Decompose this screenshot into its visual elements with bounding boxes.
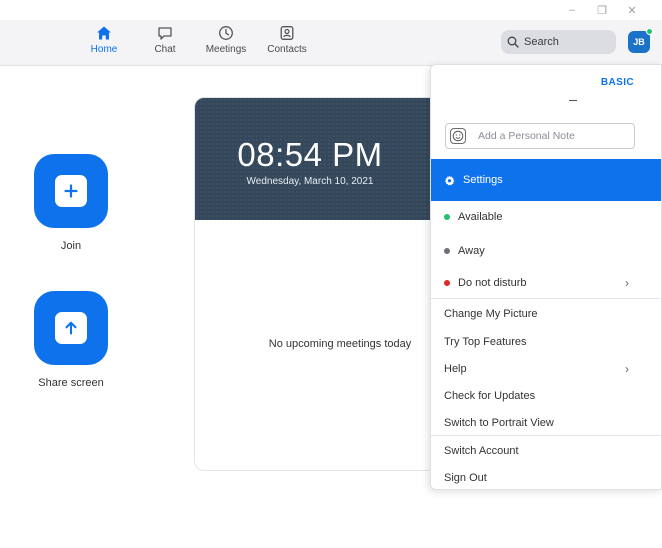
current-time: 08:54 PM (237, 136, 383, 173)
chat-icon (158, 27, 172, 40)
check-updates-label: Check for Updates (444, 390, 536, 402)
restore-button[interactable]: ❐ (595, 3, 609, 17)
tab-meetings[interactable]: Meetings (196, 25, 256, 61)
personal-note-placeholder: Add a Personal Note (478, 130, 575, 142)
tab-meetings-label: Meetings (205, 44, 247, 55)
change-picture-label: Change My Picture (444, 308, 538, 320)
available-label: Available (458, 211, 503, 223)
menu-divider (431, 435, 661, 436)
share-screen-button-tile[interactable] (34, 291, 108, 365)
do-not-disturb-label: Do not disturb (458, 277, 527, 289)
sign-out-label: Sign Out (444, 472, 487, 484)
menu-item-settings[interactable]: Settings (431, 159, 661, 201)
menu-divider (431, 298, 661, 299)
menu-item-try-top-features[interactable]: Try Top Features (431, 330, 661, 354)
menu-item-portrait-view[interactable]: Switch to Portrait View (431, 411, 661, 435)
chevron-right-icon: › (625, 276, 629, 290)
presence-indicator (646, 28, 653, 35)
no-meetings-message: No upcoming meetings today (268, 338, 412, 350)
tab-chat-label: Chat (154, 44, 176, 55)
search-box[interactable]: Search (501, 30, 616, 54)
portrait-view-label: Switch to Portrait View (444, 417, 554, 429)
plus-icon (64, 184, 78, 198)
menu-item-sign-out[interactable]: Sign Out (431, 466, 661, 489)
status-away[interactable]: Away (431, 239, 661, 263)
minimize-button[interactable]: – (565, 3, 579, 17)
status-do-not-disturb[interactable]: Do not disturb › (431, 271, 661, 295)
profile-menu: BASIC Add a Personal Note Settings Avail… (430, 64, 662, 490)
help-label: Help (444, 363, 467, 375)
search-icon (507, 36, 519, 48)
menu-item-help[interactable]: Help › (431, 357, 661, 381)
menu-item-check-updates[interactable]: Check for Updates (431, 384, 661, 408)
tab-home-label: Home (90, 44, 118, 55)
upcoming-meetings-panel: 08:54 PM Wednesday, March 10, 2021 No up… (194, 97, 444, 471)
minimize-icon: – (568, 4, 576, 16)
home-icon (97, 26, 111, 40)
share-screen-label: Share screen (38, 377, 104, 389)
personal-note-input[interactable]: Add a Personal Note (445, 123, 635, 149)
top-navigation-bar: Home Chat Meetings Contacts Search JB (0, 20, 662, 66)
settings-label: Settings (463, 174, 503, 186)
status-available[interactable]: Available (431, 205, 661, 229)
away-label: Away (458, 245, 485, 257)
close-icon: ✕ (627, 4, 637, 17)
window-title-bar: – ❐ ✕ (0, 0, 662, 20)
current-date: Wednesday, March 10, 2021 (246, 176, 374, 187)
arrow-up-icon (65, 321, 77, 335)
join-button[interactable]: Join (31, 154, 111, 252)
available-status-dot (444, 214, 450, 220)
tab-home[interactable]: Home (74, 25, 134, 61)
try-top-features-label: Try Top Features (444, 336, 527, 348)
smiley-icon (450, 128, 466, 144)
contacts-icon (280, 26, 294, 40)
switch-account-label: Switch Account (444, 445, 519, 457)
plan-badge: BASIC (600, 77, 634, 88)
tab-chat[interactable]: Chat (135, 25, 195, 61)
menu-item-change-picture[interactable]: Change My Picture (431, 302, 661, 326)
menu-item-switch-account[interactable]: Switch Account (431, 439, 661, 463)
tab-contacts[interactable]: Contacts (257, 25, 317, 61)
away-clock-icon (444, 248, 450, 254)
restore-icon: ❐ (597, 4, 607, 17)
join-label: Join (60, 240, 82, 252)
avatar-initials: JB (633, 37, 645, 47)
clock-banner: 08:54 PM Wednesday, March 10, 2021 (195, 98, 443, 220)
do-not-disturb-icon (444, 280, 450, 286)
tab-contacts-label: Contacts (267, 44, 307, 55)
clock-icon (219, 26, 233, 40)
close-button[interactable]: ✕ (625, 3, 639, 17)
gear-icon (444, 175, 455, 185)
user-name-mark (569, 97, 577, 101)
join-button-tile[interactable] (34, 154, 108, 228)
chevron-right-icon: › (625, 362, 629, 376)
avatar[interactable]: JB (628, 28, 653, 53)
share-screen-button[interactable]: Share screen (31, 291, 111, 389)
search-label: Search (524, 36, 559, 48)
